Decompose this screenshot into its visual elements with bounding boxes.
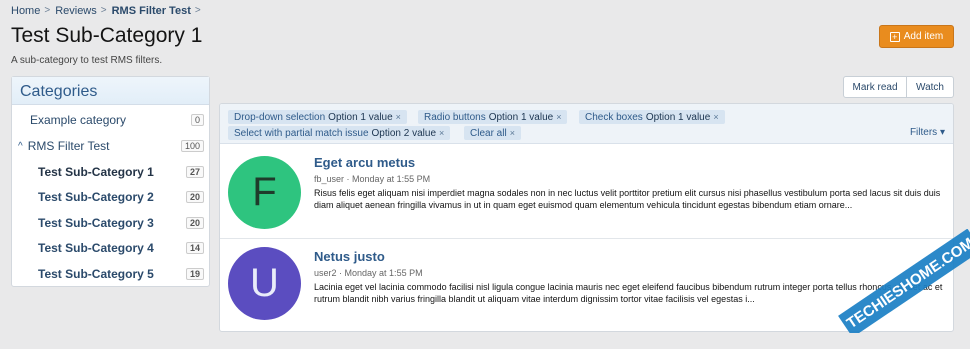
filter-chip-name: Check boxes: [585, 111, 643, 123]
sidebar-item-test-sub-category-3[interactable]: Test Sub-Category 3 20: [38, 213, 210, 233]
filter-chip-name: Drop-down selection: [234, 111, 326, 123]
breadcrumb-rms-filter-test[interactable]: RMS Filter Test: [112, 5, 191, 17]
clear-all-label: Clear all: [470, 127, 507, 139]
avatar[interactable]: U: [228, 247, 301, 320]
sidebar-item-label: Test Sub-Category 5: [38, 267, 154, 281]
sidebar-item-rms-filter-test[interactable]: ^ RMS Filter Test 100: [18, 136, 210, 156]
thread-snippet: Lacinia eget vel lacinia commodo facilis…: [314, 282, 943, 304]
thread-list: Drop-down selection Option 1 value × Rad…: [219, 103, 954, 332]
plus-icon: +: [889, 31, 900, 42]
sidebar-item-test-sub-category-5[interactable]: Test Sub-Category 5 19: [38, 264, 210, 284]
add-item-button[interactable]: + Add item: [879, 25, 954, 48]
thread-item[interactable]: U Netus justo user2 · Monday at 1:55 PM …: [220, 239, 953, 331]
categories-panel: Categories Example category 0 ^ RMS Filt…: [11, 76, 210, 287]
count-badge: 100: [180, 140, 204, 152]
close-icon[interactable]: ×: [510, 128, 515, 138]
chevron-up-icon[interactable]: ^: [18, 141, 23, 152]
sidebar-item-test-sub-category-4[interactable]: Test Sub-Category 4 14: [38, 238, 210, 258]
caret-down-icon: ▾: [939, 127, 945, 138]
sidebar-item-label: Test Sub-Category 2: [38, 190, 154, 204]
thread-date[interactable]: Monday at 1:55 PM: [345, 268, 423, 278]
watch-button[interactable]: Watch: [907, 76, 954, 98]
thread-author[interactable]: fb_user: [314, 174, 344, 184]
thread-author[interactable]: user2: [314, 268, 337, 278]
page-title: Test Sub-Category 1: [11, 24, 203, 47]
thread-date[interactable]: Monday at 1:55 PM: [352, 174, 430, 184]
filter-chip-radio-buttons[interactable]: Radio buttons Option 1 value ×: [418, 110, 568, 124]
filter-chip-partial-match[interactable]: Select with partial match issue Option 2…: [228, 126, 451, 140]
breadcrumb-separator: >: [194, 5, 201, 16]
breadcrumb-home[interactable]: Home: [11, 5, 40, 17]
close-icon[interactable]: ×: [439, 128, 444, 138]
sidebar-item-label: Example category: [30, 113, 127, 127]
close-icon[interactable]: ×: [556, 112, 561, 122]
filter-chip-value: Option 2 value: [371, 127, 437, 139]
filter-chip-value: Option 1 value: [328, 111, 393, 123]
close-icon[interactable]: ×: [396, 112, 401, 122]
filter-chip-value: Option 1 value: [645, 111, 711, 123]
sidebar-item-label: Test Sub-Category 3: [38, 216, 154, 230]
breadcrumb-reviews[interactable]: Reviews: [55, 5, 97, 17]
categories-title: Categories: [12, 77, 209, 105]
filter-chip-name: Radio buttons: [424, 111, 486, 123]
active-filters-bar: Drop-down selection Option 1 value × Rad…: [220, 104, 953, 144]
thread-title[interactable]: Eget arcu metus: [314, 155, 415, 170]
filters-label: Filters: [909, 127, 938, 138]
filter-chip-dropdown-selection[interactable]: Drop-down selection Option 1 value ×: [228, 110, 407, 124]
sidebar-item-label: RMS Filter Test: [27, 139, 110, 153]
mark-read-button[interactable]: Mark read: [843, 76, 907, 98]
avatar[interactable]: F: [228, 156, 301, 229]
thread-meta: fb_user · Monday at 1:55 PM: [314, 174, 430, 184]
filter-chip-name: Select with partial match issue: [234, 127, 369, 139]
clear-all-filters-button[interactable]: Clear all ×: [464, 126, 521, 140]
filter-chip-check-boxes[interactable]: Check boxes Option 1 value ×: [579, 110, 725, 124]
sidebar-item-label: Test Sub-Category 4: [38, 241, 154, 255]
breadcrumb-separator: >: [100, 5, 107, 16]
add-item-label: Add item: [903, 31, 944, 42]
breadcrumb: Home > Reviews > RMS Filter Test >: [11, 5, 206, 17]
close-icon[interactable]: ×: [713, 112, 718, 122]
thread-item[interactable]: F Eget arcu metus fb_user · Monday at 1:…: [220, 145, 953, 239]
sidebar-item-test-sub-category-1[interactable]: Test Sub-Category 1 27: [38, 162, 210, 182]
count-badge: 20: [185, 191, 204, 203]
thread-title[interactable]: Netus justo: [314, 249, 385, 264]
count-badge: 0: [190, 114, 204, 126]
sidebar-item-example-category[interactable]: Example category 0: [30, 110, 210, 130]
count-badge: 19: [185, 268, 204, 280]
count-badge: 14: [185, 242, 204, 254]
thread-meta: user2 · Monday at 1:55 PM: [314, 268, 423, 278]
filters-menu-button[interactable]: Filters ▾: [910, 127, 945, 138]
sidebar-item-test-sub-category-2[interactable]: Test Sub-Category 2 20: [38, 187, 210, 207]
page-description: A sub-category to test RMS filters.: [11, 55, 163, 66]
breadcrumb-separator: >: [44, 5, 51, 16]
thread-snippet: Risus felis eget aliquam nisi imperdiet …: [314, 188, 941, 210]
filter-chip-value: Option 1 value: [488, 111, 554, 123]
count-badge: 20: [185, 217, 204, 229]
count-badge: 27: [185, 166, 204, 178]
sidebar-item-label: Test Sub-Category 1: [38, 165, 154, 179]
